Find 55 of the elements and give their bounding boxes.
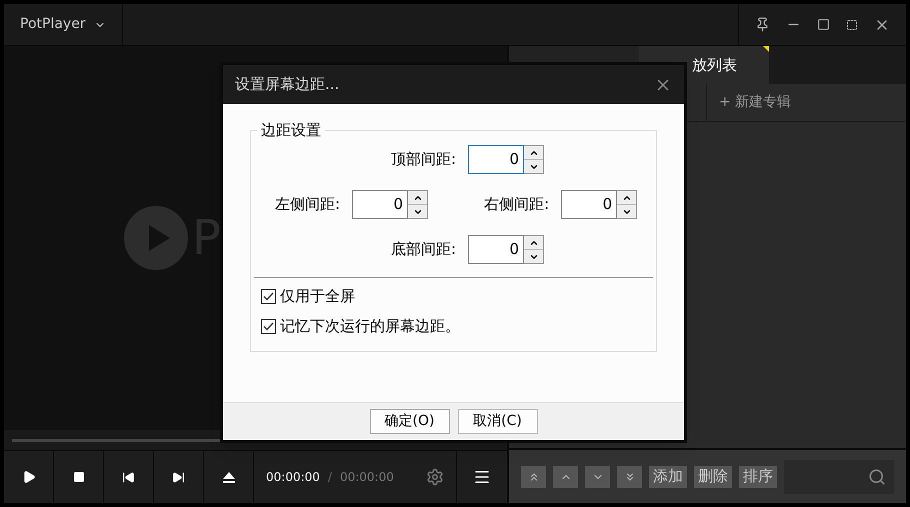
decrement-button[interactable] xyxy=(524,160,544,173)
time-separator: / xyxy=(328,469,332,486)
checkbox-label: 记忆下次运行的屏幕边距。 xyxy=(280,316,460,337)
stop-icon xyxy=(72,471,84,483)
corner-marker-icon xyxy=(763,46,769,52)
pin-icon[interactable] xyxy=(755,17,770,32)
next-icon xyxy=(172,470,185,484)
decrement-button[interactable] xyxy=(524,250,544,263)
increment-button[interactable] xyxy=(408,191,428,205)
checkbox[interactable] xyxy=(261,288,276,304)
check-icon xyxy=(263,292,274,300)
eject-icon xyxy=(222,472,234,482)
number-field[interactable]: 0 xyxy=(561,190,618,219)
menu-icon xyxy=(473,468,491,486)
app-menu-button[interactable]: PotPlayer xyxy=(4,4,123,45)
previous-button[interactable] xyxy=(104,451,154,503)
playlist-action-button[interactable]: 添加 xyxy=(649,466,687,488)
increment-button[interactable] xyxy=(524,146,544,160)
play-icon xyxy=(22,470,36,484)
playlist-action-button[interactable]: 排序 xyxy=(739,466,777,488)
increment-button[interactable] xyxy=(524,236,544,250)
settings-icon[interactable] xyxy=(426,468,444,486)
field-label: 左侧间距: xyxy=(275,194,340,216)
menu-button[interactable] xyxy=(457,451,507,503)
checkbox-label: 仅用于全屏 xyxy=(280,286,355,307)
stop-button[interactable] xyxy=(54,451,104,503)
number-field[interactable]: 0 xyxy=(352,190,408,219)
cancel-button[interactable]: 取消(C) xyxy=(458,409,538,434)
total-time: 00:00:00 xyxy=(340,469,394,486)
search-icon xyxy=(868,468,886,486)
fullscreen-icon[interactable] xyxy=(846,18,858,30)
search-field[interactable] xyxy=(784,460,894,494)
number-field[interactable]: 0 xyxy=(468,235,524,264)
increment-button[interactable] xyxy=(617,191,636,205)
number-field[interactable]: 0 xyxy=(468,145,524,174)
maximize-icon[interactable] xyxy=(817,18,830,31)
next-button[interactable] xyxy=(154,451,204,503)
field-label: 顶部间距: xyxy=(390,149,456,170)
play-logo-icon xyxy=(124,206,188,270)
current-time: 00:00:00 xyxy=(266,469,320,486)
move-bottom-button[interactable] xyxy=(617,466,642,488)
field-label: 底部间距: xyxy=(390,239,456,260)
move-top-button[interactable] xyxy=(521,466,546,488)
new-album-button[interactable]: + 新建专辑 xyxy=(707,84,804,121)
field-label: 右侧间距: xyxy=(484,194,550,216)
previous-icon xyxy=(122,470,135,484)
decrement-button[interactable] xyxy=(617,205,636,218)
check-icon xyxy=(263,322,274,330)
ok-button[interactable]: 确定(O) xyxy=(370,409,450,434)
decrement-button[interactable] xyxy=(408,205,428,218)
play-button[interactable] xyxy=(4,451,54,503)
dialog-title: 设置屏幕边距... xyxy=(235,74,340,96)
checkbox[interactable] xyxy=(261,318,276,334)
eject-button[interactable] xyxy=(204,451,254,503)
playlist-action-button[interactable]: 删除 xyxy=(694,466,732,488)
